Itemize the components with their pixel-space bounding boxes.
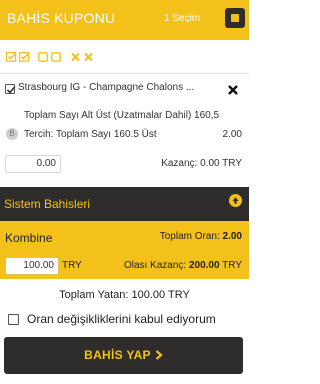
system-bets-label: Sistem Bahisleri [4, 197, 91, 211]
total-stake: Toplam Yatan: 100.00 TRY [59, 289, 190, 301]
combo-label: Kombine [5, 231, 53, 245]
square-icon[interactable] [38, 52, 48, 62]
selection-odd: 2.00 [222, 129, 242, 140]
remove-bet-close-icon[interactable] [227, 83, 239, 95]
place-bet-button[interactable]: BAHİS YAP [4, 337, 243, 374]
square-icon [231, 14, 239, 22]
edit-check-icon[interactable] [6, 52, 17, 62]
slip-toolbar [0, 40, 249, 73]
bet-item-header: Strasbourg IG - Champagne Chalons ... [0, 78, 249, 100]
accept-odds-checkbox[interactable] [8, 314, 19, 325]
divider [0, 73, 249, 74]
bet-type-badge: B [6, 128, 18, 140]
slip-toggle-button[interactable] [225, 8, 245, 28]
bet-slip-title: BAHİS KUPONU [7, 10, 116, 26]
bet-slip-header: BAHİS KUPONU 1 Seçim [0, 0, 249, 40]
potential-winnings: Olası Kazanç: 200.00 TRY [123, 260, 242, 271]
total-odds: Toplam Oran: 2.00 [159, 231, 242, 242]
place-bet-label: BAHİS YAP [84, 348, 151, 362]
combo-currency: TRY [62, 260, 82, 271]
accept-odds-label: Oran değişikliklerini kabul ediyorum [27, 312, 216, 326]
selection-text: Tercih: Toplam Sayı 160.5 Üst [24, 129, 157, 140]
chevron-right-icon [155, 349, 163, 363]
x-icon[interactable] [71, 52, 80, 62]
collapse-up-icon[interactable] [229, 194, 242, 207]
edit-check-icon[interactable] [19, 52, 30, 62]
combo-panel: Kombine Toplam Oran: 2.00 100.00 TRY Ola… [0, 221, 249, 279]
square-icon[interactable] [51, 52, 61, 62]
single-stake-input[interactable]: 0.00 [5, 155, 61, 173]
combo-amount-input[interactable]: 100.00 [5, 257, 59, 275]
system-bets-bar[interactable]: Sistem Bahisleri [0, 187, 249, 221]
single-winnings: Kazanç: 0.00 TRY [161, 158, 242, 169]
accept-odds-row[interactable]: Oran değişikliklerini kabul ediyorum [0, 310, 249, 330]
market-name: Toplam Sayı Alt Üst (Uzatmalar Dahil) 16… [24, 110, 220, 121]
selection-count: 1 Seçim [164, 13, 201, 24]
match-name: Strasbourg IG - Champagne Chalons ... [18, 82, 195, 93]
x-icon[interactable] [84, 52, 93, 62]
bet-item-checkbox[interactable] [5, 84, 16, 94]
